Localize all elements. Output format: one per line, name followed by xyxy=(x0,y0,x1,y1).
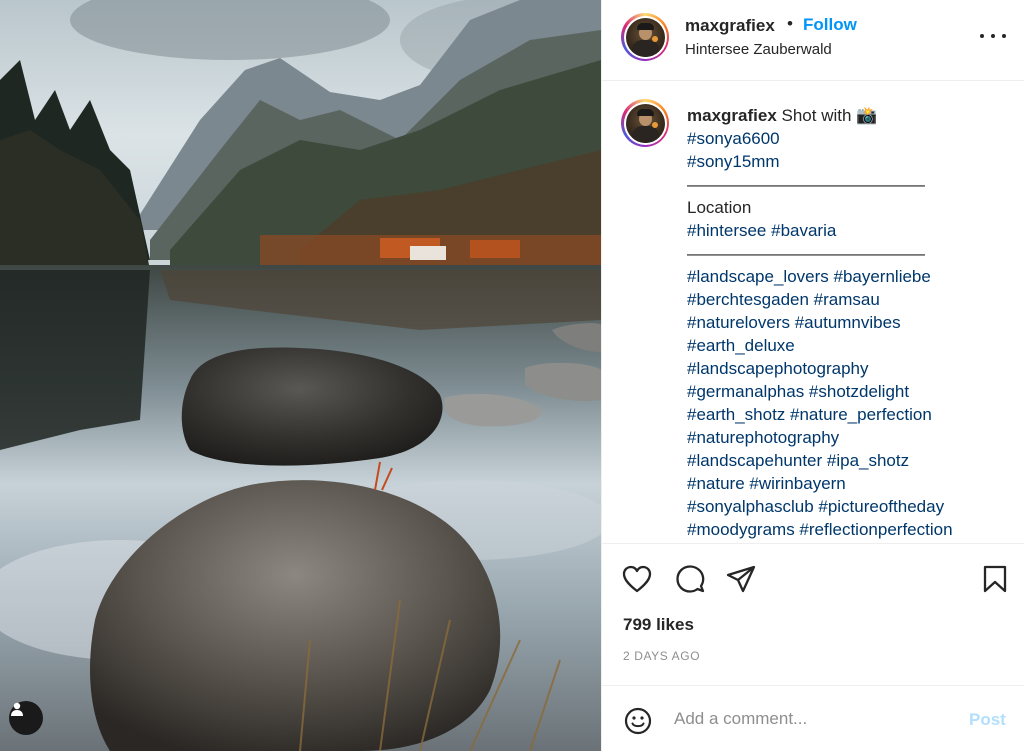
post-comment-button[interactable]: Post xyxy=(969,710,1006,730)
hashtag-line[interactable]: #sony15mm xyxy=(687,150,1007,173)
follow-button[interactable]: Follow xyxy=(803,15,857,35)
post-timestamp[interactable]: 2 DAYS AGO xyxy=(623,649,700,663)
avatar-image xyxy=(625,103,665,143)
caption-area: maxgrafiex Shot with 📸 #sonya6600 #sony15… xyxy=(602,81,1024,543)
heart-icon[interactable] xyxy=(622,565,652,598)
hashtag-line[interactable]: #germanalphas #shotzdelight xyxy=(687,380,1007,403)
likes-count[interactable]: 799 likes xyxy=(623,615,694,635)
more-options-icon[interactable] xyxy=(980,26,1006,46)
hashtag-line[interactable]: #sonya6600 xyxy=(687,127,1007,150)
comment-icon[interactable] xyxy=(675,564,705,599)
caption-username[interactable]: maxgrafiex xyxy=(687,106,777,125)
hashtag-line[interactable]: #berchtesgaden #ramsau xyxy=(687,288,1007,311)
post-header: maxgrafiex • Follow Hintersee Zauberwald xyxy=(602,0,1024,81)
landscape-image xyxy=(0,0,601,751)
hashtag-line[interactable]: #earth_deluxe xyxy=(687,334,1007,357)
hashtag-line[interactable]: #landscape_lovers #bayernliebe xyxy=(687,265,1007,288)
caption-line: —————————————— xyxy=(687,175,925,194)
username-link[interactable]: maxgrafiex xyxy=(685,16,775,36)
hashtag-line[interactable]: #nature #wirinbayern xyxy=(687,472,1007,495)
instagram-post: maxgrafiex • Follow Hintersee Zauberwald… xyxy=(0,0,1024,751)
hashtag-line[interactable]: #landscapehunter #ipa_shotz xyxy=(687,449,1007,472)
paper-plane-icon[interactable] xyxy=(726,565,756,598)
hashtag-line[interactable]: #hintersee #bavaria xyxy=(687,219,1007,242)
caption-line: Location xyxy=(687,198,752,217)
hashtag-line[interactable]: #earth_shotz #nature_perfection xyxy=(687,403,1007,426)
separator-dot: • xyxy=(787,14,793,33)
hashtag-line[interactable]: #moodygrams #reflectionperfection xyxy=(687,518,1007,541)
avatar[interactable] xyxy=(621,13,669,61)
caption-intro: Shot with 📸 xyxy=(781,106,878,125)
hashtag-line[interactable]: #sonyalphasclub #pictureoftheday xyxy=(687,495,1007,518)
caption-line: —————————————— xyxy=(687,244,925,263)
caption-avatar[interactable] xyxy=(621,99,669,147)
hashtag-line[interactable]: #landscapephotography xyxy=(687,357,1007,380)
caption-text: maxgrafiex Shot with 📸 #sonya6600 #sony15… xyxy=(687,104,1007,541)
avatar-image xyxy=(625,17,665,57)
post-photo[interactable] xyxy=(0,0,601,751)
hashtag-line[interactable]: #naturephotography xyxy=(687,426,1007,449)
bookmark-icon[interactable] xyxy=(982,565,1008,598)
user-tag-icon xyxy=(11,702,23,716)
comment-input[interactable] xyxy=(674,703,954,735)
post-actions: 799 likes 2 DAYS AGO Post xyxy=(602,543,1024,752)
add-comment-bar: Post xyxy=(602,685,1024,753)
post-side-panel: maxgrafiex • Follow Hintersee Zauberwald… xyxy=(601,0,1024,751)
location-link[interactable]: Hintersee Zauberwald xyxy=(685,41,832,58)
user-tag-button[interactable] xyxy=(9,701,43,735)
smiley-icon[interactable] xyxy=(624,707,652,740)
hashtag-line[interactable]: #naturelovers #autumnvibes xyxy=(687,311,1007,334)
